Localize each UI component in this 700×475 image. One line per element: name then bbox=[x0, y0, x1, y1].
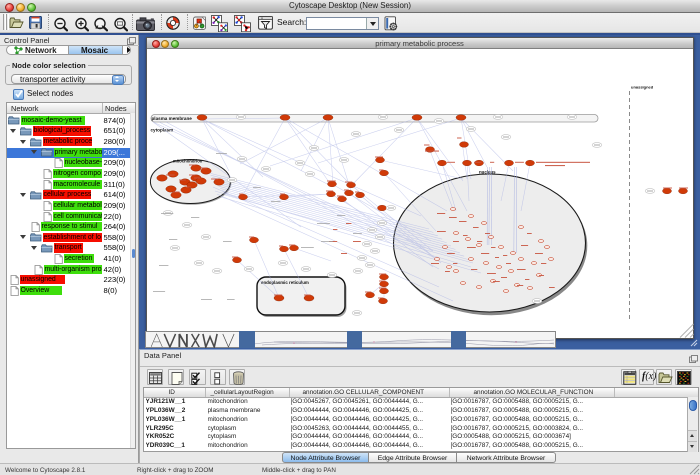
svg-text:plasma membrane: plasma membrane bbox=[151, 116, 192, 121]
svg-text:unassigned: unassigned bbox=[631, 85, 654, 90]
svg-text:mitochondrion: mitochondrion bbox=[173, 159, 203, 164]
